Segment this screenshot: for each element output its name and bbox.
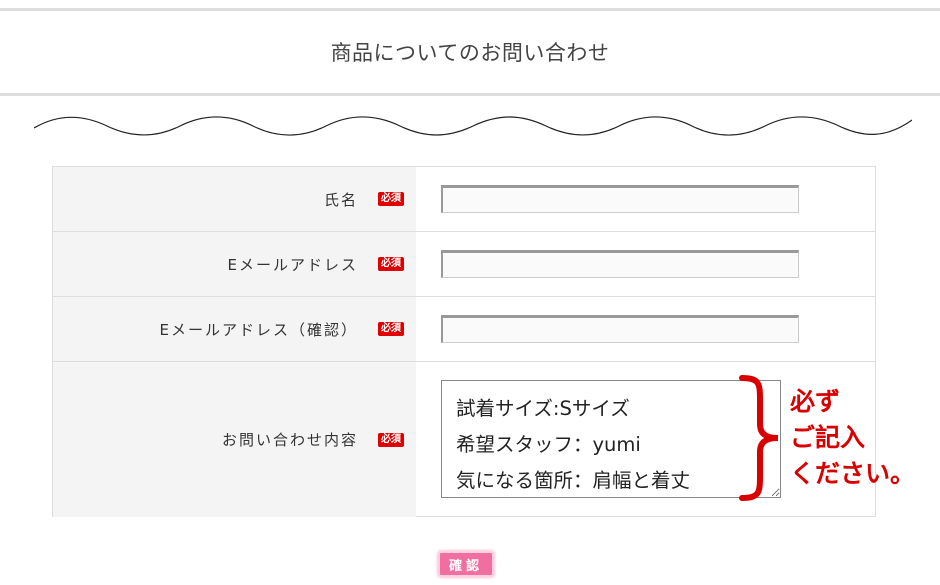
curly-brace-annotation [739, 375, 779, 501]
form-row-email: Eメールアドレス 必須 [53, 232, 875, 297]
form-row-name: 氏名 必須 [53, 167, 875, 232]
label-cell: 氏名 必須 [53, 167, 416, 231]
callout-line: ください。 [790, 459, 916, 488]
page-header: 商品についてのお問い合わせ [0, 8, 940, 96]
inquiry-label: お問い合わせ内容 [221, 431, 358, 449]
field-cell [416, 232, 875, 296]
required-badge: 必須 [378, 192, 404, 206]
name-label: 氏名 [323, 190, 358, 209]
name-input[interactable] [441, 185, 799, 213]
field-cell: 試着サイズ:Sサイズ 希望スタッフ：yumi 気になる箇所：肩幅と着丈 必ず ご… [416, 362, 915, 517]
required-badge: 必須 [378, 432, 404, 447]
required-badge: 必須 [378, 322, 404, 336]
email-input[interactable] [441, 250, 799, 278]
email-confirm-label: Eメールアドレス（確認） [159, 320, 358, 339]
required-callout: 必ず ご記入 ください。 [790, 384, 915, 492]
form-row-inquiry: お問い合わせ内容 必須 試着サイズ:Sサイズ 希望スタッフ：yumi 気になる箇… [53, 362, 915, 517]
callout-line: 必ず [790, 387, 841, 416]
label-cell: Eメールアドレス 必須 [53, 232, 416, 296]
label-cell: お問い合わせ内容 必須 [53, 362, 416, 517]
inquiry-textarea[interactable]: 試着サイズ:Sサイズ 希望スタッフ：yumi 気になる箇所：肩幅と着丈 [441, 380, 781, 498]
contact-form: 氏名 必須 Eメールアドレス 必須 Eメールアドレス（確認） 必須 お問い合わせ… [52, 166, 915, 517]
required-badge: 必須 [378, 257, 404, 271]
wave-divider [34, 116, 912, 136]
callout-line: ご記入 [790, 423, 866, 452]
field-cell [416, 297, 875, 361]
form-row-email-confirm: Eメールアドレス（確認） 必須 [53, 297, 875, 362]
email-label: Eメールアドレス [227, 255, 358, 274]
field-cell [416, 167, 875, 231]
confirm-button[interactable]: 確認 [438, 551, 494, 577]
label-cell: Eメールアドレス（確認） 必須 [53, 297, 416, 361]
email-confirm-input[interactable] [441, 315, 799, 343]
page-title: 商品についてのお問い合わせ [330, 41, 610, 65]
